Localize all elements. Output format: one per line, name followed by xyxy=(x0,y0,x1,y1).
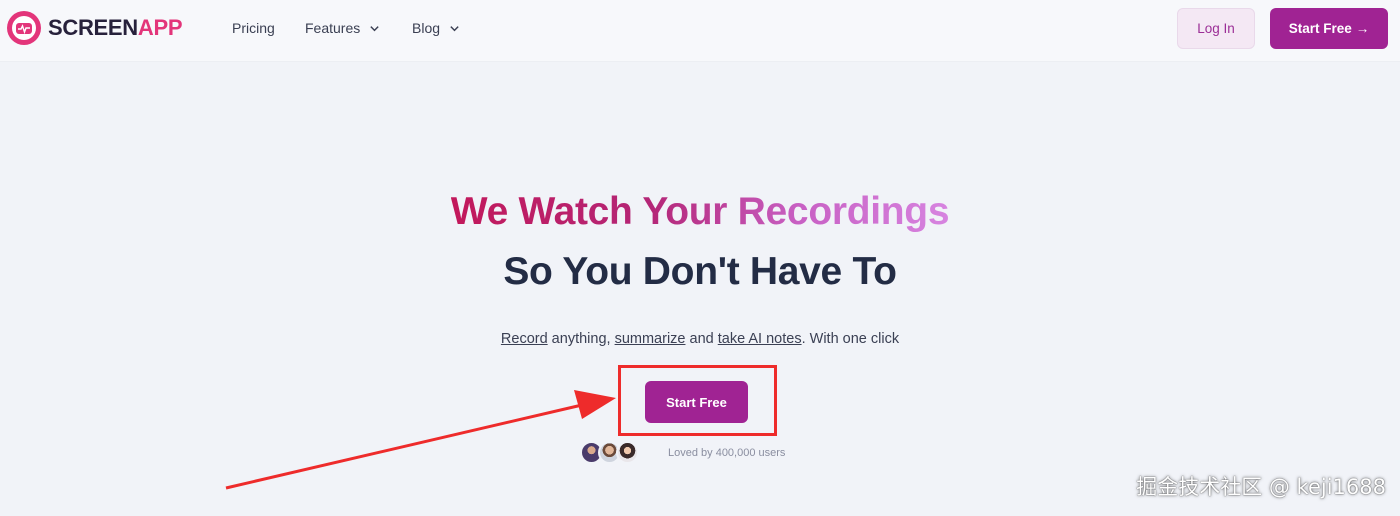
arrow-right-icon: → xyxy=(1355,21,1370,36)
screenapp-logo-icon xyxy=(7,11,41,45)
hero-subtitle: So You Don't Have To xyxy=(503,250,897,293)
chevron-down-icon xyxy=(370,25,379,31)
login-button[interactable]: Log In xyxy=(1177,8,1255,49)
start-free-nav-button[interactable]: Start Free → xyxy=(1270,8,1388,49)
logo-wordmark: SCREEN APP xyxy=(48,15,183,41)
social-proof-text: Loved by 400,000 users xyxy=(668,447,786,459)
screenapp-logo[interactable]: SCREEN APP xyxy=(6,9,183,47)
chevron-down-icon xyxy=(450,25,459,31)
nav-link-features[interactable]: Features xyxy=(305,20,380,36)
tagline-text-1: anything, xyxy=(547,331,615,347)
tagline-text-2: and xyxy=(685,331,718,347)
logo-text-app: APP xyxy=(137,15,183,40)
watermark-text: 掘金技术社区 @ keji1688 xyxy=(1136,475,1386,499)
start-free-hero-label: Start Free xyxy=(666,394,727,410)
hero-tagline: Record anything, summarize and take AI n… xyxy=(0,331,1400,347)
top-navbar: SCREEN APP Pricing Features Blog Log In S… xyxy=(0,0,1400,62)
start-free-hero-button[interactable]: Start Free xyxy=(645,381,748,423)
nav-link-blog[interactable]: Blog xyxy=(412,20,460,36)
user-avatars xyxy=(580,441,639,464)
logo-text-screen: SCREEN xyxy=(48,15,138,40)
nav-link-features-label: Features xyxy=(305,20,361,36)
hero-title-text: We Watch Your Recordings xyxy=(450,190,950,233)
tagline-text-3: . With one click xyxy=(801,331,900,347)
start-free-nav-label: Start Free xyxy=(1288,21,1352,36)
login-button-label: Log In xyxy=(1197,21,1235,36)
hero-title: We Watch Your Recordings xyxy=(0,190,1400,234)
nav-link-pricing-label: Pricing xyxy=(232,20,275,36)
nav-link-blog-label: Blog xyxy=(412,20,441,36)
tagline-link-ai-notes[interactable]: take AI notes xyxy=(718,331,802,347)
nav-link-pricing[interactable]: Pricing xyxy=(232,20,275,36)
avatar xyxy=(616,441,639,464)
tagline-link-summarize[interactable]: summarize xyxy=(615,331,686,347)
tagline-link-record[interactable]: Record xyxy=(501,331,548,347)
